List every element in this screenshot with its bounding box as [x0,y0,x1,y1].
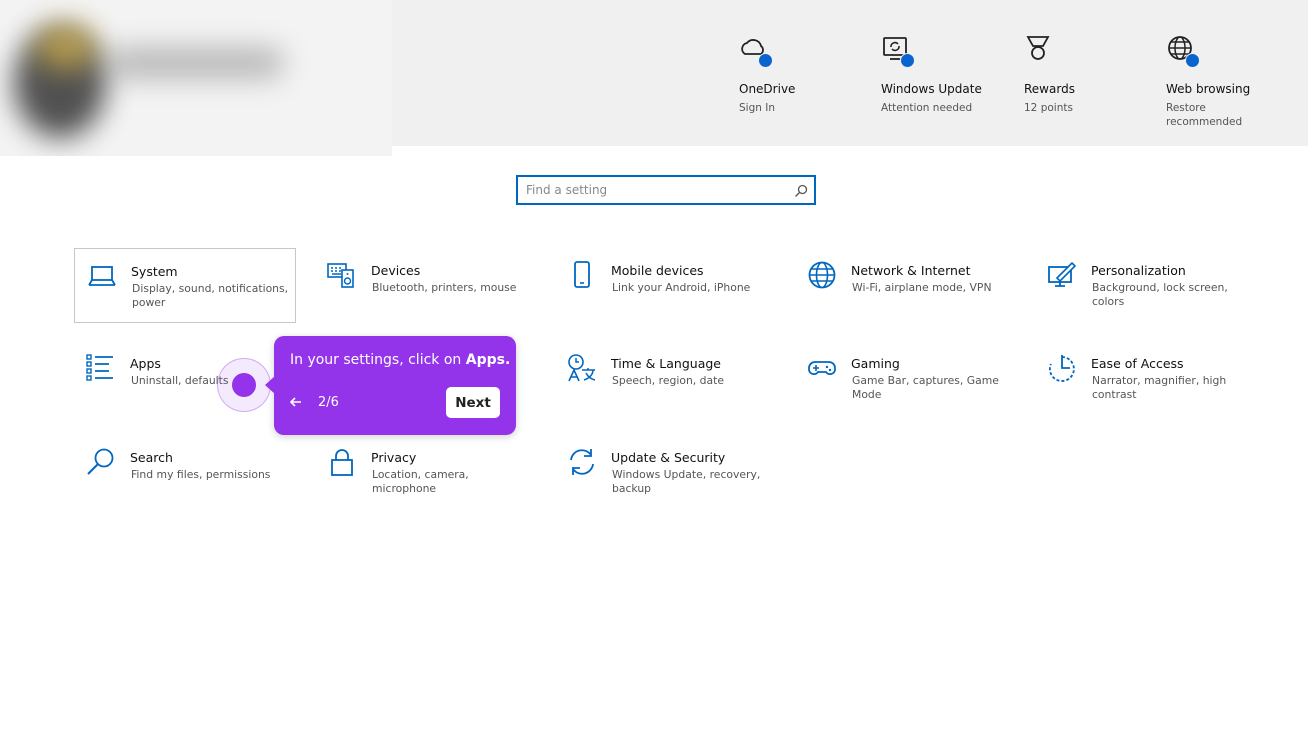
search-icon [86,447,116,477]
quick-link-windows-update[interactable]: Windows Update Attention needed [881,34,1021,115]
tooltip-message: In your settings, click on Apps. [290,352,510,368]
category-privacy[interactable]: Privacy Location, camera, microphone [315,435,537,510]
category-title: Mobile devices [611,263,704,278]
step-counter: 2/6 [318,395,339,410]
quick-link-title: Rewards [1024,82,1075,96]
category-description: Windows Update, recovery, backup [612,468,761,495]
medal-icon [1024,34,1058,70]
tooltip-arrow [265,376,275,394]
quick-link-rewards[interactable]: Rewards 12 points [1024,34,1164,115]
quick-link-subtitle: Restore recommended [1166,102,1243,128]
laptop-icon [87,261,117,291]
search-input[interactable] [518,177,786,203]
notification-badge [1185,53,1200,68]
globe-icon [1166,34,1200,70]
keyboard-speaker-icon [327,260,357,290]
hotspot-beacon[interactable] [232,373,256,397]
tooltip-message-text: In your settings, click on [290,352,466,368]
category-title: Update & Security [611,450,726,465]
phone-icon [567,260,597,290]
category-description: Wi-Fi, airplane mode, VPN [852,281,992,294]
category-system[interactable]: System Display, sound, notifications, po… [74,248,296,323]
quick-link-subtitle: 12 points [1024,102,1073,114]
category-title: Privacy [371,450,417,465]
category-description: Background, lock screen, colors [1092,281,1228,308]
category-description: Speech, region, date [612,374,724,387]
category-mobile-devices[interactable]: Mobile devices Link your Android, iPhone [555,248,777,323]
sync-monitor-icon [881,34,915,70]
back-arrow-icon[interactable] [288,394,304,410]
category-description: Find my files, permissions [131,468,271,481]
category-title: Search [130,450,173,465]
avatar-highlight [36,24,96,70]
quick-link-subtitle: Sign In [739,102,775,114]
search-box [516,175,816,205]
quick-link-subtitle: Attention needed [881,102,973,114]
category-time-language[interactable]: Time & Language Speech, region, date [555,341,777,416]
category-gaming[interactable]: Gaming Game Bar, captures, Game Mode [795,341,1017,416]
category-description: Bluetooth, printers, mouse [372,281,517,294]
account-name-blurred [108,48,284,78]
category-title: Gaming [851,356,900,371]
quick-link-title: OneDrive [739,82,796,96]
category-title: Network & Internet [851,263,971,278]
category-description: Link your Android, iPhone [612,281,751,294]
category-title: System [131,264,178,279]
lock-icon [327,447,357,477]
guide-tooltip: In your settings, click on Apps. 2/6 Nex… [265,336,516,435]
quick-link-onedrive[interactable]: OneDrive Sign In [739,34,879,115]
next-button[interactable]: Next [446,387,500,418]
cloud-icon [739,34,773,70]
category-search[interactable]: Search Find my files, permissions [74,435,296,510]
category-title: Time & Language [611,356,721,371]
clock-language-icon [567,353,597,383]
category-network[interactable]: Network & Internet Wi-Fi, airplane mode,… [795,248,1017,323]
category-personalization[interactable]: Personalization Background, lock screen,… [1035,248,1257,323]
user-profile-blurred [0,0,392,156]
tooltip-message-target: Apps. [465,352,511,368]
category-title: Ease of Access [1091,356,1184,371]
category-update-security[interactable]: Update & Security Windows Update, recove… [555,435,777,510]
category-ease-of-access[interactable]: Ease of Access Narrator, magnifier, high… [1035,341,1257,416]
category-description: Narrator, magnifier, high contrast [1092,374,1227,401]
quick-link-title: Web browsing [1166,82,1251,96]
quick-link-title: Windows Update [881,82,982,96]
category-title: Devices [371,263,421,278]
notification-badge [900,53,915,68]
category-title: Personalization [1091,263,1186,278]
category-devices[interactable]: Devices Bluetooth, printers, mouse [315,248,537,323]
gamepad-icon [807,353,837,383]
globe-icon [807,260,837,290]
category-title: Apps [130,356,161,371]
quick-link-web-browsing[interactable]: Web browsing Restore recommended [1166,34,1306,129]
category-description: Location, camera, microphone [372,468,469,495]
sync-icon [567,447,597,477]
paint-monitor-icon [1047,260,1077,290]
category-description: Game Bar, captures, Game Mode [852,374,999,401]
notification-badge [758,53,773,68]
category-description: Display, sound, notifications, power [132,282,289,309]
search-icon[interactable] [794,183,808,202]
apps-list-icon [86,353,116,383]
timer-dial-icon [1047,353,1077,383]
